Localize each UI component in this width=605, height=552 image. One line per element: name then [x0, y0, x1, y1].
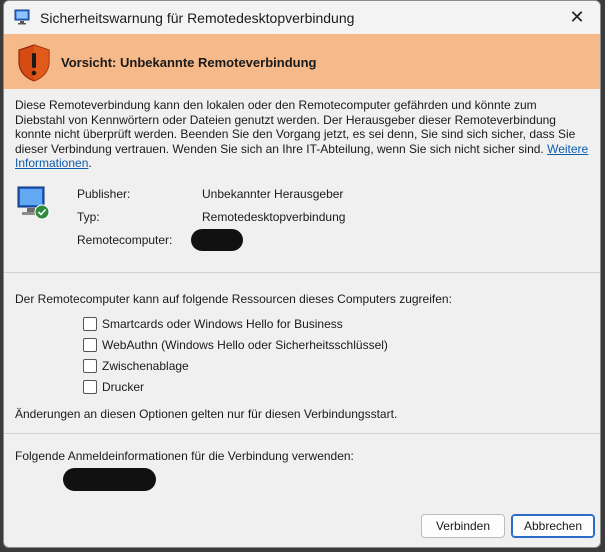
options-note: Änderungen an diesen Optionen gelten nur…	[15, 407, 398, 421]
credentials-lead: Folgende Anmeldeinformationen für die Ve…	[15, 449, 354, 463]
printer-label: Drucker	[102, 380, 145, 394]
dialog-content: Diese Remoteverbindung kann den lokalen …	[4, 89, 600, 547]
remote-computer-label: Remotecomputer:	[77, 233, 173, 247]
resources-lead: Der Remotecomputer kann auf folgende Res…	[15, 292, 452, 306]
redacted-computer-name	[191, 229, 243, 251]
publisher-value: Unbekannter Herausgeber	[202, 187, 344, 201]
redacted-credentials	[63, 468, 156, 491]
type-label: Typ:	[77, 210, 100, 224]
printer-checkbox[interactable]	[83, 380, 97, 394]
window-title: Sicherheitswarnung für Remotedesktopverb…	[40, 10, 355, 26]
type-value: Remotedesktopverbindung	[202, 210, 346, 224]
clipboard-label: Zwischenablage	[102, 359, 189, 373]
close-button[interactable]: ✕	[554, 1, 600, 34]
clipboard-option[interactable]: Zwischenablage	[83, 359, 189, 373]
webauthn-label: WebAuthn (Windows Hello oder Sicherheits…	[102, 338, 388, 352]
intro-text: Diese Remoteverbindung kann den lokalen …	[15, 98, 576, 156]
smartcards-option[interactable]: Smartcards oder Windows Hello for Busine…	[83, 317, 343, 331]
warning-banner: Vorsicht: Unbekannte Remoteverbindung	[4, 34, 600, 89]
webauthn-checkbox[interactable]	[83, 338, 97, 352]
divider	[4, 272, 600, 273]
dialog-window: Sicherheitswarnung für Remotedesktopverb…	[3, 0, 601, 548]
smartcards-checkbox[interactable]	[83, 317, 97, 331]
computer-icon	[17, 186, 50, 220]
link-suffix: .	[88, 156, 92, 170]
warning-shield-icon	[18, 44, 50, 82]
clipboard-checkbox[interactable]	[83, 359, 97, 373]
divider	[4, 433, 600, 434]
webauthn-option[interactable]: WebAuthn (Windows Hello oder Sicherheits…	[83, 338, 388, 352]
title-bar: Sicherheitswarnung für Remotedesktopverb…	[4, 1, 600, 34]
warning-heading: Vorsicht: Unbekannte Remoteverbindung	[61, 55, 317, 70]
intro-paragraph: Diese Remoteverbindung kann den lokalen …	[15, 98, 590, 171]
remote-desktop-icon	[14, 9, 30, 25]
connect-button[interactable]: Verbinden	[421, 514, 505, 538]
smartcards-label: Smartcards oder Windows Hello for Busine…	[102, 317, 343, 331]
printer-option[interactable]: Drucker	[83, 380, 144, 394]
close-icon: ✕	[569, 7, 585, 27]
publisher-label: Publisher:	[77, 187, 131, 201]
cancel-button[interactable]: Abbrechen	[511, 514, 595, 538]
